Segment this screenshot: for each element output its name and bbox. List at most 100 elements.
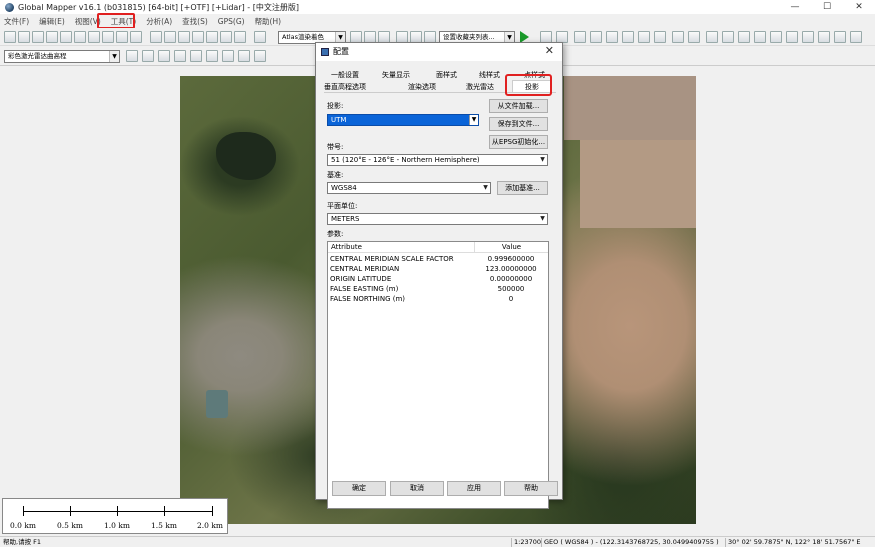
info-icon[interactable] <box>178 31 190 43</box>
projection-dropdown[interactable]: UTM ▼ <box>327 114 479 126</box>
menu-gps[interactable]: GPS(G) <box>218 17 245 26</box>
tab-area-styles[interactable]: 面样式 <box>436 70 457 81</box>
menu-edit[interactable]: 编辑(E) <box>39 16 65 27</box>
tool-h-icon[interactable] <box>654 31 666 43</box>
tool-j-icon[interactable] <box>688 31 700 43</box>
status-coords: GEO ( WGS84 ) - (122.3143768725, 30.0499… <box>544 538 719 546</box>
tool-e-icon[interactable] <box>606 31 618 43</box>
zoom-in-icon[interactable] <box>88 31 100 43</box>
chevron-down-icon: ▼ <box>540 156 545 163</box>
path-profile-icon[interactable] <box>206 31 218 43</box>
edit-shader-icon[interactable] <box>126 50 138 62</box>
tool-d-icon[interactable] <box>590 31 602 43</box>
measure-icon[interactable] <box>164 31 176 43</box>
sun-icon[interactable] <box>190 50 202 62</box>
tool-p-icon[interactable] <box>786 31 798 43</box>
column-attribute[interactable]: Attribute <box>331 242 362 252</box>
digitizer-icon[interactable] <box>192 31 204 43</box>
projection-label: 投影: <box>327 102 344 110</box>
tool-t-icon[interactable] <box>850 31 862 43</box>
tool-r-icon[interactable] <box>818 31 830 43</box>
maximize-icon[interactable]: ☐ <box>811 0 843 14</box>
zoom-out-icon[interactable] <box>102 31 114 43</box>
table-row[interactable]: FALSE NORTHING (m) 0 <box>328 294 548 304</box>
tool-q-icon[interactable] <box>802 31 814 43</box>
cube-icon[interactable] <box>174 50 186 62</box>
scale-label: 0.5 km <box>57 521 83 530</box>
open-folder-icon[interactable] <box>4 31 16 43</box>
layers-icon[interactable] <box>74 31 86 43</box>
window-title: Global Mapper v16.1 (b031815) [64-bit] [… <box>18 2 299 12</box>
tool-s-icon[interactable] <box>834 31 846 43</box>
close-window-icon[interactable]: ✕ <box>843 0 875 14</box>
save-icon[interactable] <box>18 31 30 43</box>
label-icon[interactable] <box>158 50 170 62</box>
cancel-button[interactable]: 取消 <box>390 481 444 496</box>
3d-view-icon[interactable] <box>234 31 246 43</box>
swap-icon[interactable] <box>238 50 250 62</box>
menu-analysis[interactable]: 分析(A) <box>146 16 172 27</box>
zone-dropdown[interactable]: 51 (120°E - 126°E - Northern Hemisphere)… <box>327 154 548 166</box>
tool-c-icon[interactable] <box>574 31 586 43</box>
slope-icon[interactable] <box>222 50 234 62</box>
status-divider <box>725 538 726 547</box>
scale-tick <box>212 506 213 516</box>
full-extent-icon[interactable] <box>130 31 142 43</box>
column-value[interactable]: Value <box>474 242 548 252</box>
ok-button[interactable]: 确定 <box>332 481 386 496</box>
zone-label: 带号: <box>327 143 344 151</box>
configuration-dialog: 配置 ✕ 一般设置 矢量显示 面样式 线样式 点样式 垂直高程选项 渲染选项 激… <box>315 42 563 509</box>
parameters-header: Attribute Value <box>328 242 548 253</box>
tab-line-styles[interactable]: 线样式 <box>479 70 500 81</box>
projection-tab-highlight <box>505 74 552 96</box>
tool-k-icon[interactable] <box>706 31 718 43</box>
menu-help[interactable]: 帮助(H) <box>255 16 282 27</box>
pan-icon[interactable] <box>116 31 128 43</box>
table-grid-icon[interactable] <box>254 50 266 62</box>
tool-m-icon[interactable] <box>738 31 750 43</box>
tool-n-icon[interactable] <box>754 31 766 43</box>
menu-search[interactable]: 查找(S) <box>182 16 208 27</box>
apply-button[interactable]: 应用 <box>447 481 501 496</box>
minimize-icon[interactable]: — <box>779 0 811 14</box>
datum-dropdown[interactable]: WGS84 ▼ <box>327 182 491 194</box>
scale-label: 0.0 km <box>10 521 36 530</box>
table-row[interactable]: FALSE EASTING (m) 500000 <box>328 284 548 294</box>
add-datum-button[interactable]: 添加基准... <box>497 181 548 195</box>
elevation-shader-combo[interactable]: 彩色激光雷达曲高程 ▼ <box>4 50 120 63</box>
planar-units-label: 平面单位: <box>327 202 358 210</box>
menu-file[interactable]: 文件(F) <box>4 16 29 27</box>
tidal-flat-area <box>580 140 696 228</box>
scale-bar: 0.0 km 0.5 km 1.0 km 1.5 km 2.0 km <box>2 498 228 534</box>
gps-icon[interactable] <box>254 31 266 43</box>
tool-f-icon[interactable] <box>622 31 634 43</box>
scale-label: 2.0 km <box>197 521 223 530</box>
help-button[interactable]: 帮助 <box>504 481 558 496</box>
tab-vector-display[interactable]: 矢量显示 <box>382 70 410 81</box>
tool-l-icon[interactable] <box>722 31 734 43</box>
print-icon[interactable] <box>32 31 44 43</box>
init-from-epsg-button[interactable]: 从EPSG初始化... <box>489 135 548 149</box>
dialog-title-bar: 配置 ✕ <box>316 43 562 61</box>
parameters-table[interactable]: Attribute Value CENTRAL MERIDIAN SCALE F… <box>327 241 549 509</box>
planar-units-dropdown[interactable]: METERS ▼ <box>327 213 548 225</box>
save-to-file-button[interactable]: 保存到文件... <box>489 117 548 131</box>
table-row[interactable]: CENTRAL MERIDIAN SCALE FACTOR 0.999600000 <box>328 254 548 264</box>
copy-icon[interactable] <box>46 31 58 43</box>
table-row[interactable]: CENTRAL MERIDIAN 123.00000000 <box>328 264 548 274</box>
dialog-close-icon[interactable]: ✕ <box>545 44 554 57</box>
pointer-icon[interactable] <box>150 31 162 43</box>
table-row[interactable]: ORIGIN LATITUDE 0.00000000 <box>328 274 548 284</box>
scale-tick <box>117 506 118 516</box>
reservoir-area <box>216 132 276 180</box>
tool-i-icon[interactable] <box>672 31 684 43</box>
tab-general[interactable]: 一般设置 <box>331 70 359 81</box>
font-icon[interactable] <box>142 50 154 62</box>
tool-g-icon[interactable] <box>638 31 650 43</box>
grid-icon[interactable] <box>60 31 72 43</box>
tool-o-icon[interactable] <box>770 31 782 43</box>
load-from-file-button[interactable]: 从文件加载... <box>489 99 548 113</box>
view-shed-icon[interactable] <box>220 31 232 43</box>
scale-label: 1.5 km <box>151 521 177 530</box>
contour-icon[interactable] <box>206 50 218 62</box>
